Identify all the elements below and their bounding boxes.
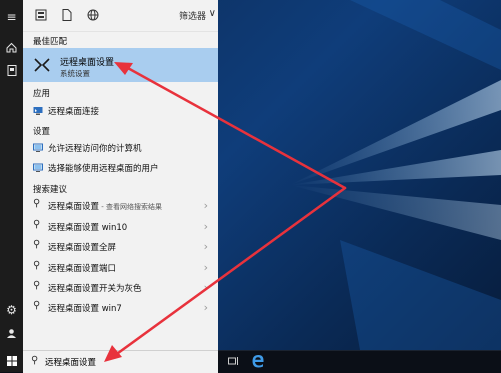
filter-dropdown[interactable]: 筛选器	[179, 9, 206, 22]
suggestion-item[interactable]: ⚲ 远程桌面设置全屏 ›	[23, 238, 218, 256]
app-result-remote-desktop-connection[interactable]: 远程桌面连接	[23, 102, 218, 120]
search-icon: ⚲	[33, 280, 41, 291]
search-icon: ⚲	[33, 260, 41, 271]
setting-result-label: 选择能够使用远程桌面的用户	[48, 164, 159, 174]
suggestion-item[interactable]: ⚲ 远程桌面设置开关为灰色 ›	[23, 279, 218, 297]
edge-browser-icon[interactable]	[249, 352, 267, 370]
search-header: 筛选器 ∨	[23, 0, 218, 32]
suggestion-label: 远程桌面设置开关为灰色	[48, 284, 142, 294]
search-icon: ⚲	[33, 300, 41, 311]
search-icon: ⚲	[31, 355, 39, 366]
suggestion-item[interactable]: ⚲ 远程桌面设置 win7 ›	[23, 299, 218, 317]
task-view-icon[interactable]	[224, 352, 242, 370]
setting-result-allow-remote[interactable]: 允许远程访问你的计算机	[23, 139, 218, 157]
search-icon: ⚲	[33, 239, 41, 250]
search-input[interactable]: 远程桌面设置	[45, 356, 96, 368]
monitor-icon	[33, 163, 43, 172]
suggestion-label: 远程桌面设置 win10	[48, 223, 128, 233]
chevron-right-icon[interactable]: ›	[204, 301, 208, 314]
chevron-right-icon[interactable]: ›	[204, 261, 208, 274]
section-apps: 应用	[33, 89, 51, 99]
search-icon: ⚲	[33, 219, 41, 230]
best-match-subtitle: 系统设置	[60, 69, 90, 78]
start-rail: ≡ ⚙	[0, 0, 23, 350]
setting-result-label: 允许远程访问你的计算机	[48, 144, 142, 154]
documents-icon[interactable]	[0, 60, 23, 80]
user-icon[interactable]	[0, 323, 23, 343]
chevron-right-icon[interactable]: ›	[204, 281, 208, 294]
chevron-down-icon[interactable]: ∨	[209, 8, 216, 19]
suggestion-item[interactable]: ⚲ 远程桌面设置端口 ›	[23, 259, 218, 277]
monitor-icon	[33, 143, 43, 152]
suggestion-label: 远程桌面设置全屏	[48, 243, 117, 253]
chevron-right-icon[interactable]: ›	[204, 220, 208, 233]
suggestion-label: 远程桌面设置端口	[48, 264, 117, 274]
best-match-title: 远程桌面设置	[60, 58, 115, 68]
suggestion-item[interactable]: ⚲ 远程桌面设置 - 查看网络搜索结果 ›	[23, 197, 218, 215]
best-match-result[interactable]: 远程桌面设置 系统设置	[23, 48, 218, 82]
taskbar-search-box[interactable]: ⚲ 远程桌面设置	[23, 350, 218, 373]
home-icon[interactable]	[0, 37, 23, 57]
web-filter-icon[interactable]	[85, 7, 101, 23]
windows-start-icon[interactable]	[0, 350, 23, 372]
settings-icon[interactable]: ⚙	[0, 300, 23, 320]
search-icon: ⚲	[33, 198, 41, 209]
suggestion-item[interactable]: ⚲ 远程桌面设置 win10 ›	[23, 218, 218, 236]
suggestion-label: 远程桌面设置	[48, 202, 100, 212]
suggestion-label: 远程桌面设置 win7	[48, 304, 122, 314]
menu-icon[interactable]: ≡	[0, 7, 23, 27]
remote-desktop-connection-icon	[33, 107, 43, 115]
search-results-panel: 筛选器 ∨ 最佳匹配 远程桌面设置 系统设置 应用 远程桌面连接 设置 允许远程…	[23, 0, 218, 350]
section-suggestions: 搜索建议	[33, 185, 68, 195]
document-filter-icon[interactable]	[59, 7, 75, 23]
apps-filter-icon[interactable]	[33, 7, 49, 23]
suggestion-sub: - 查看网络搜索结果	[99, 203, 162, 211]
chevron-right-icon[interactable]: ›	[204, 199, 208, 212]
app-result-label: 远程桌面连接	[48, 107, 100, 117]
section-best-match: 最佳匹配	[33, 37, 68, 47]
chevron-right-icon[interactable]: ›	[204, 240, 208, 253]
section-settings: 设置	[33, 127, 51, 137]
setting-result-choose-users[interactable]: 选择能够使用远程桌面的用户	[23, 159, 218, 177]
remote-desktop-settings-icon	[34, 58, 50, 72]
